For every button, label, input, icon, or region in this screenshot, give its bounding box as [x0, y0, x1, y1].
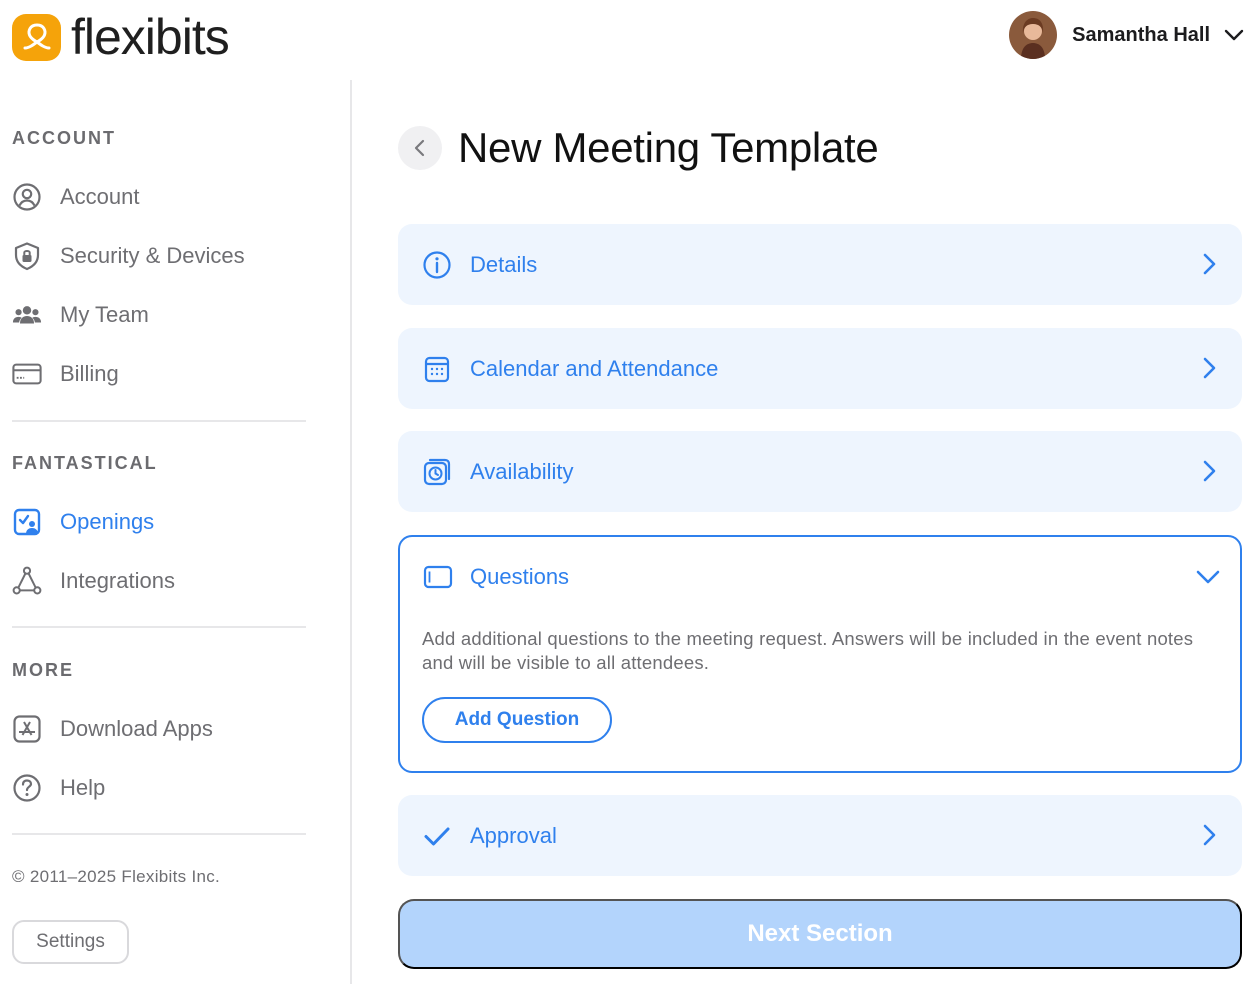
app-store-icon	[12, 714, 42, 744]
section-approval[interactable]: Approval	[398, 795, 1242, 876]
section-availability[interactable]: Availability	[398, 431, 1242, 512]
section-calendar-attendance[interactable]: Calendar and Attendance	[398, 328, 1242, 409]
sidebar-item-label: Integrations	[60, 568, 175, 593]
brand-name: flexibits	[71, 9, 230, 65]
sidebar-item-integrations[interactable]: Integrations	[12, 565, 175, 597]
openings-icon	[12, 507, 42, 537]
add-question-button[interactable]: Add Question	[422, 697, 612, 743]
sidebar-item-account[interactable]: Account	[12, 181, 140, 213]
chevron-down-icon	[1196, 570, 1220, 584]
section-label: Approval	[470, 822, 557, 848]
section-title-account: ACCOUNT	[12, 128, 116, 148]
availability-icon	[422, 457, 452, 487]
section-details[interactable]: Details	[398, 224, 1242, 305]
flexibits-logo-mark-icon	[12, 13, 61, 61]
sidebar-item-label: Download Apps	[60, 716, 213, 741]
sidebar-item-label: Security & Devices	[60, 243, 245, 268]
team-icon	[12, 300, 42, 330]
section-label: Details	[470, 251, 538, 277]
help-icon	[12, 773, 42, 803]
chevron-right-icon	[1203, 357, 1216, 379]
sidebar-divider	[12, 420, 306, 422]
user-circle-icon	[12, 182, 42, 212]
next-section-button[interactable]: Next Section	[398, 899, 1242, 969]
info-icon	[422, 250, 452, 280]
sidebar-item-label: Openings	[60, 509, 155, 534]
section-label: Questions	[470, 564, 570, 589]
section-title-more: MORE	[12, 660, 74, 680]
sidebar-item-label: Billing	[60, 361, 119, 386]
sidebar-divider	[12, 626, 306, 628]
sidebar-item-label: Account	[60, 184, 140, 209]
sidebar-item-label: My Team	[60, 302, 149, 327]
sidebar-item-download-apps[interactable]: Download Apps	[12, 713, 213, 745]
section-title-fantastical: FANTASTICAL	[12, 453, 158, 473]
chevron-down-icon	[1224, 29, 1244, 41]
section-label: Calendar and Attendance	[470, 355, 719, 381]
chevron-right-icon	[1203, 460, 1216, 482]
sidebar-item-my-team[interactable]: My Team	[12, 299, 149, 331]
sidebar-item-billing[interactable]: Billing	[12, 358, 119, 390]
section-questions: Questions Add additional questions to th…	[398, 535, 1242, 773]
section-label: Availability	[470, 458, 574, 484]
page-title: New Meeting Template	[458, 124, 879, 171]
sidebar-item-security-devices[interactable]: Security & Devices	[12, 240, 245, 272]
chevron-right-icon	[1203, 824, 1216, 846]
avatar	[1009, 11, 1058, 59]
integrations-icon	[12, 566, 42, 596]
sidebar-item-help[interactable]: Help	[12, 772, 105, 804]
section-questions-header[interactable]: Questions	[400, 537, 1240, 617]
sidebar: ACCOUNT Account Security & Devices My Te…	[0, 80, 352, 984]
shield-lock-icon	[12, 241, 42, 271]
back-button[interactable]	[398, 126, 442, 170]
questions-icon	[422, 561, 454, 593]
calendar-icon	[422, 354, 452, 384]
credit-card-icon	[12, 359, 42, 389]
settings-button[interactable]: Settings	[12, 920, 129, 964]
copyright: © 2011–2025 Flexibits Inc.	[12, 867, 221, 886]
sidebar-divider	[12, 833, 306, 835]
flexibits-logo[interactable]: flexibits	[12, 9, 230, 65]
user-name: Samantha Hall	[1072, 23, 1210, 46]
sidebar-item-label: Help	[60, 775, 106, 800]
checkmark-icon	[422, 821, 452, 851]
chevron-right-icon	[1203, 253, 1216, 275]
sidebar-item-openings[interactable]: Openings	[12, 506, 154, 538]
chevron-left-icon	[414, 139, 425, 157]
questions-description: Add additional questions to the meeting …	[422, 628, 1194, 673]
user-menu[interactable]: Samantha Hall	[1009, 11, 1246, 59]
